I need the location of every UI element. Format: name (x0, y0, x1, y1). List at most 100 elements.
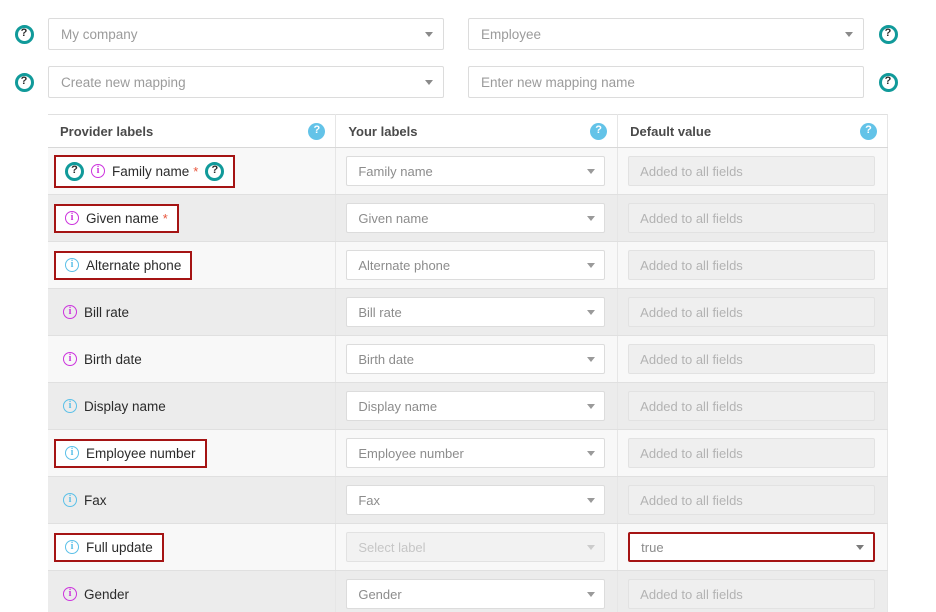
default-value-cell: Added to all fields (617, 570, 888, 612)
required-marker: * (162, 210, 168, 226)
your-label-select[interactable]: Alternate phone (346, 250, 606, 280)
your-label-cell: Given name (335, 194, 619, 242)
info-icon[interactable]: i (65, 258, 79, 272)
default-value-input[interactable]: Added to all fields (628, 203, 875, 233)
your-label-cell: Fax (335, 476, 619, 524)
help-question-icon-row-leading[interactable]: ? (65, 161, 84, 181)
provider-label-cell: i Employee number (48, 429, 337, 477)
provider-label-group: i Full update (54, 532, 164, 562)
info-glyph: i (68, 587, 72, 599)
help-question-icon-your-labels[interactable]: ? (590, 122, 608, 140)
provider-label-group: i Fax (54, 488, 116, 513)
provider-label-text: Family name (112, 163, 190, 179)
default-value-cell: Added to all fields (617, 382, 888, 430)
your-label-select[interactable]: Display name (346, 391, 606, 421)
default-value-select-value: true (641, 539, 664, 555)
your-label-cell: Bill rate (335, 288, 619, 336)
your-label-select-value: Family name (358, 163, 433, 179)
your-label-wrapper: Given name (336, 203, 617, 233)
default-value-input[interactable]: Added to all fields (628, 485, 875, 515)
your-label-select-value: Gender (358, 586, 402, 602)
default-value-select[interactable]: true (628, 532, 875, 562)
your-label-wrapper: Alternate phone (336, 250, 617, 280)
info-icon[interactable]: i (63, 587, 77, 601)
default-value-input[interactable]: Added to all fields (628, 344, 875, 374)
company-select-value: My company (61, 26, 138, 42)
default-value-cell: true (617, 523, 888, 571)
your-label-wrapper: Display name (336, 391, 617, 421)
your-label-cell: Birth date (335, 335, 619, 383)
info-icon[interactable]: i (63, 305, 77, 319)
chevron-down-icon (587, 357, 596, 362)
mapping-name-input[interactable]: Enter new mapping name (468, 66, 864, 98)
table-row: i Fax Fax Added to all fields (48, 476, 888, 524)
provider-label-group: i Bill rate (54, 300, 138, 325)
default-value-input[interactable]: Added to all fields (628, 250, 875, 280)
info-icon[interactable]: i (65, 446, 79, 460)
chevron-down-icon (425, 32, 433, 37)
default-value-input[interactable]: Added to all fields (628, 391, 875, 421)
provider-label-cell: i Full update (48, 523, 337, 571)
your-label-select[interactable]: Family name (346, 156, 606, 186)
info-icon[interactable]: i (91, 164, 105, 178)
entity-select[interactable]: Employee (468, 18, 864, 50)
mapping-select[interactable]: Create new mapping (48, 66, 444, 98)
your-label-select[interactable]: Given name (346, 203, 606, 233)
chevron-down-icon (587, 404, 596, 409)
your-label-select-value: Select label (358, 539, 426, 555)
default-value-input[interactable]: Added to all fields (628, 297, 875, 327)
default-value-wrapper: Added to all fields (618, 438, 887, 468)
info-icon[interactable]: i (65, 540, 79, 554)
info-icon[interactable]: i (63, 399, 77, 413)
help-glyph: ? (20, 27, 28, 39)
default-value-placeholder: Added to all fields (640, 304, 743, 320)
default-value-cell: Added to all fields (617, 147, 888, 195)
entity-select-cell: Employee (468, 18, 864, 50)
your-label-select[interactable]: Employee number (346, 438, 606, 468)
your-label-cell: Employee number (335, 429, 619, 477)
info-glyph: i (70, 211, 74, 223)
column-header-label: Provider labels (60, 123, 154, 139)
provider-label-group: i Display name (54, 394, 175, 419)
info-glyph: i (70, 258, 74, 270)
help-glyph: ? (313, 124, 321, 136)
mapping-configuration-page: ? My company Employee ? ? Create new map… (0, 0, 936, 612)
help-question-icon-default-value[interactable]: ? (860, 122, 877, 140)
default-value-cell: Added to all fields (617, 288, 888, 336)
help-question-icon-mapping-name[interactable]: ? (878, 72, 898, 92)
column-header-label: Default value (630, 123, 712, 139)
provider-label-group: i Birth date (54, 347, 151, 372)
help-slot-left-1: ? (0, 24, 48, 44)
info-icon[interactable]: i (65, 211, 79, 225)
column-header-provider-labels: Provider labels ? (48, 114, 337, 148)
help-question-icon-mapping[interactable]: ? (14, 72, 34, 92)
your-label-select[interactable]: Bill rate (346, 297, 606, 327)
default-value-cell: Added to all fields (617, 429, 888, 477)
help-question-icon-row-trailing[interactable]: ? (205, 161, 225, 181)
your-label-select[interactable]: Gender (346, 579, 606, 609)
provider-label-group: i Alternate phone (54, 250, 193, 280)
default-value-placeholder: Added to all fields (640, 210, 743, 226)
help-glyph: ? (884, 75, 892, 87)
default-value-input[interactable]: Added to all fields (628, 438, 875, 468)
provider-label-cell: i Bill rate (48, 288, 337, 336)
your-label-wrapper: Bill rate (336, 297, 617, 327)
chevron-down-icon (856, 545, 864, 550)
your-label-select[interactable]: Fax (346, 485, 606, 515)
help-glyph: ? (595, 124, 603, 136)
form-row-mapping: ? Create new mapping Enter new mapping n… (0, 58, 936, 106)
help-question-icon-provider-labels[interactable]: ? (308, 122, 326, 140)
default-value-input[interactable]: Added to all fields (628, 579, 875, 609)
default-value-input[interactable]: Added to all fields (628, 156, 875, 186)
default-value-cell: Added to all fields (617, 194, 888, 242)
your-label-select[interactable]: Birth date (346, 344, 606, 374)
your-label-wrapper: Birth date (336, 344, 617, 374)
mapping-select-value: Create new mapping (61, 74, 186, 90)
provider-label-text: Gender (84, 586, 130, 602)
info-icon[interactable]: i (63, 493, 77, 507)
help-question-icon-entity[interactable]: ? (878, 24, 898, 44)
info-icon[interactable]: i (63, 352, 77, 366)
help-question-icon-company[interactable]: ? (14, 24, 34, 44)
company-select[interactable]: My company (48, 18, 444, 50)
provider-label-text: Bill rate (84, 304, 130, 320)
